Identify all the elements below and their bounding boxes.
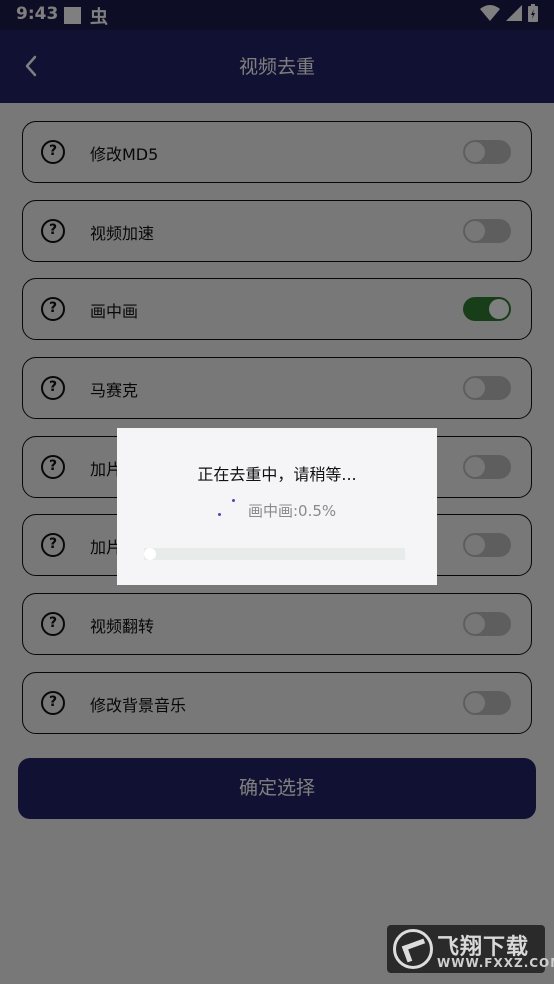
progress-fill <box>144 548 156 560</box>
progress-dialog: 正在去重中，请稍等... 画中画:0.5% <box>117 428 437 585</box>
progress-bar <box>144 548 405 560</box>
watermark-url: WWW.FXXZ.COM <box>437 956 554 970</box>
progress-text: 画中画:0.5% <box>248 502 337 520</box>
dialog-title: 正在去重中，请稍等... <box>197 465 357 484</box>
watermark: 飞翔下载 WWW.FXXZ.COM <box>387 925 554 973</box>
watermark-logo-icon <box>393 929 433 969</box>
loading-spinner-icon <box>217 498 239 520</box>
